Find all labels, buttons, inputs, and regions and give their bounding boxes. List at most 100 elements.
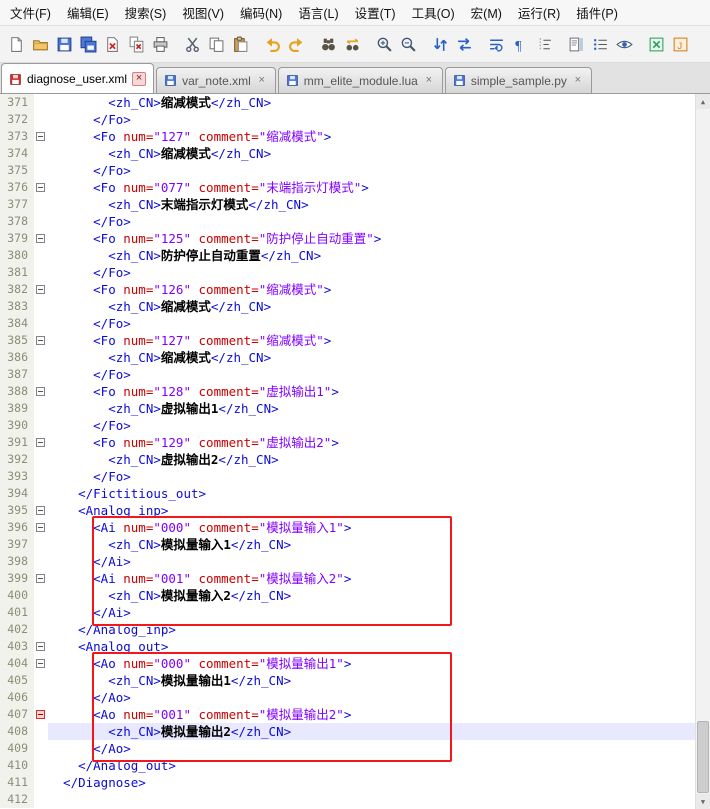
- code-text[interactable]: </Fo>: [48, 162, 710, 179]
- code-text[interactable]: <Fo num="125" comment="防护停止自动重置">: [48, 230, 710, 247]
- monitoring-button[interactable]: [613, 33, 636, 56]
- show-all-chars-button[interactable]: ¶: [509, 33, 532, 56]
- code-text[interactable]: <Fo num="077" comment="末端指示灯模式">: [48, 179, 710, 196]
- code-text[interactable]: <Ao num="001" comment="模拟量输出2">: [48, 706, 710, 723]
- word-wrap-button[interactable]: [485, 33, 508, 56]
- code-text[interactable]: [48, 791, 710, 808]
- code-text[interactable]: </Ao>: [48, 689, 710, 706]
- copy-button[interactable]: [205, 33, 228, 56]
- zoom-in-button[interactable]: [373, 33, 396, 56]
- sync-scroll-v-button[interactable]: [429, 33, 452, 56]
- redo-button[interactable]: [285, 33, 308, 56]
- menu-item-settings[interactable]: 设置(T): [347, 0, 404, 26]
- fold-marker-icon[interactable]: [36, 285, 45, 294]
- fold-marker-icon[interactable]: [36, 438, 45, 447]
- print-button[interactable]: [149, 33, 172, 56]
- tab-close-icon[interactable]: ×: [423, 75, 435, 87]
- code-text[interactable]: <Fo num="127" comment="缩减模式">: [48, 128, 710, 145]
- plugin-js-tool-button[interactable]: J: [669, 33, 692, 56]
- code-text[interactable]: </Fo>: [48, 315, 710, 332]
- open-folder-button[interactable]: [29, 33, 52, 56]
- fold-marker-icon[interactable]: [36, 642, 45, 651]
- show-indent-guide-button[interactable]: [533, 33, 556, 56]
- fold-marker-icon[interactable]: [36, 506, 45, 515]
- code-text[interactable]: </Ao>: [48, 740, 710, 757]
- tab-close-icon[interactable]: ×: [572, 75, 584, 87]
- code-text[interactable]: <Analog_out>: [48, 638, 710, 655]
- fold-marker-icon[interactable]: [36, 523, 45, 532]
- code-text[interactable]: <Fo num="128" comment="虚拟输出1">: [48, 383, 710, 400]
- document-map-button[interactable]: [565, 33, 588, 56]
- tab-close-icon[interactable]: ×: [256, 75, 268, 87]
- scroll-up-icon[interactable]: ▲: [696, 94, 710, 109]
- menu-item-language[interactable]: 语言(L): [290, 0, 346, 26]
- cut-button[interactable]: [181, 33, 204, 56]
- fold-marker-icon[interactable]: [36, 336, 45, 345]
- save-all-button[interactable]: [77, 33, 100, 56]
- menu-item-file[interactable]: 文件(F): [2, 0, 59, 26]
- zoom-out-button[interactable]: [397, 33, 420, 56]
- plugin-xml-tools-button[interactable]: [645, 33, 668, 56]
- code-text[interactable]: <zh_CN>缩减模式</zh_CN>: [48, 145, 710, 162]
- menu-item-macro[interactable]: 宏(M): [463, 0, 510, 26]
- menu-item-view[interactable]: 视图(V): [174, 0, 232, 26]
- new-file-button[interactable]: [5, 33, 28, 56]
- code-text[interactable]: <Fo num="127" comment="缩减模式">: [48, 332, 710, 349]
- undo-button[interactable]: [261, 33, 284, 56]
- menu-item-tools[interactable]: 工具(O): [404, 0, 463, 26]
- menu-item-encoding[interactable]: 编码(N): [232, 0, 290, 26]
- code-text[interactable]: <Ai num="000" comment="模拟量输入1">: [48, 519, 710, 536]
- code-text[interactable]: <zh_CN>防护停止自动重置</zh_CN>: [48, 247, 710, 264]
- fold-marker-active-icon[interactable]: [36, 710, 45, 719]
- code-text[interactable]: <zh_CN>虚拟输出1</zh_CN>: [48, 400, 710, 417]
- code-text[interactable]: <Analog_inp>: [48, 502, 710, 519]
- scrollbar-thumb[interactable]: [697, 721, 709, 793]
- tab-var-note-xml[interactable]: var_note.xml×: [156, 67, 276, 93]
- code-text[interactable]: <zh_CN>缩减模式</zh_CN>: [48, 349, 710, 366]
- code-text[interactable]: <zh_CN>末端指示灯模式</zh_CN>: [48, 196, 710, 213]
- code-text[interactable]: </Fo>: [48, 468, 710, 485]
- code-text[interactable]: </Analog_inp>: [48, 621, 710, 638]
- code-text[interactable]: </Fo>: [48, 417, 710, 434]
- find-button[interactable]: [317, 33, 340, 56]
- code-text[interactable]: </Fictitious_out>: [48, 485, 710, 502]
- menu-item-run[interactable]: 运行(R): [510, 0, 568, 26]
- code-text[interactable]: <zh_CN>缩减模式</zh_CN>: [48, 94, 710, 111]
- code-text[interactable]: </Fo>: [48, 213, 710, 230]
- vertical-scrollbar[interactable]: ▲ ▼: [695, 94, 710, 809]
- fold-marker-icon[interactable]: [36, 132, 45, 141]
- menu-item-edit[interactable]: 编辑(E): [59, 0, 117, 26]
- code-text[interactable]: <zh_CN>模拟量输入2</zh_CN>: [48, 587, 710, 604]
- code-text[interactable]: </Ai>: [48, 604, 710, 621]
- code-text[interactable]: <zh_CN>模拟量输出1</zh_CN>: [48, 672, 710, 689]
- close-all-button[interactable]: [125, 33, 148, 56]
- code-text[interactable]: </Fo>: [48, 264, 710, 281]
- code-text[interactable]: <Fo num="129" comment="虚拟输出2">: [48, 434, 710, 451]
- fold-marker-icon[interactable]: [36, 574, 45, 583]
- tab-simple-sample-py[interactable]: simple_sample.py×: [445, 67, 592, 93]
- code-text[interactable]: <Ai num="001" comment="模拟量输入2">: [48, 570, 710, 587]
- code-text[interactable]: <zh_CN>模拟量输出2</zh_CN>: [48, 723, 710, 740]
- code-text[interactable]: </Ai>: [48, 553, 710, 570]
- function-list-button[interactable]: [589, 33, 612, 56]
- menu-item-search[interactable]: 搜索(S): [117, 0, 175, 26]
- code-text[interactable]: <zh_CN>模拟量输入1</zh_CN>: [48, 536, 710, 553]
- replace-button[interactable]: [341, 33, 364, 56]
- code-text[interactable]: <Ao num="000" comment="模拟量输出1">: [48, 655, 710, 672]
- fold-marker-icon[interactable]: [36, 183, 45, 192]
- code-text[interactable]: <zh_CN>缩减模式</zh_CN>: [48, 298, 710, 315]
- code-text[interactable]: <Fo num="126" comment="缩减模式">: [48, 281, 710, 298]
- code-text[interactable]: </Analog_out>: [48, 757, 710, 774]
- fold-marker-icon[interactable]: [36, 234, 45, 243]
- paste-button[interactable]: [229, 33, 252, 56]
- tab-diagnose-user-xml[interactable]: diagnose_user.xml×: [1, 63, 154, 94]
- close-button[interactable]: [101, 33, 124, 56]
- code-text[interactable]: <zh_CN>虚拟输出2</zh_CN>: [48, 451, 710, 468]
- fold-marker-icon[interactable]: [36, 387, 45, 396]
- menu-item-plugins[interactable]: 插件(P): [568, 0, 626, 26]
- code-text[interactable]: </Fo>: [48, 111, 710, 128]
- save-button[interactable]: [53, 33, 76, 56]
- tab-close-icon[interactable]: ×: [132, 72, 146, 86]
- code-text[interactable]: </Fo>: [48, 366, 710, 383]
- tab-mm-elite-module-lua[interactable]: mm_elite_module.lua×: [278, 67, 443, 93]
